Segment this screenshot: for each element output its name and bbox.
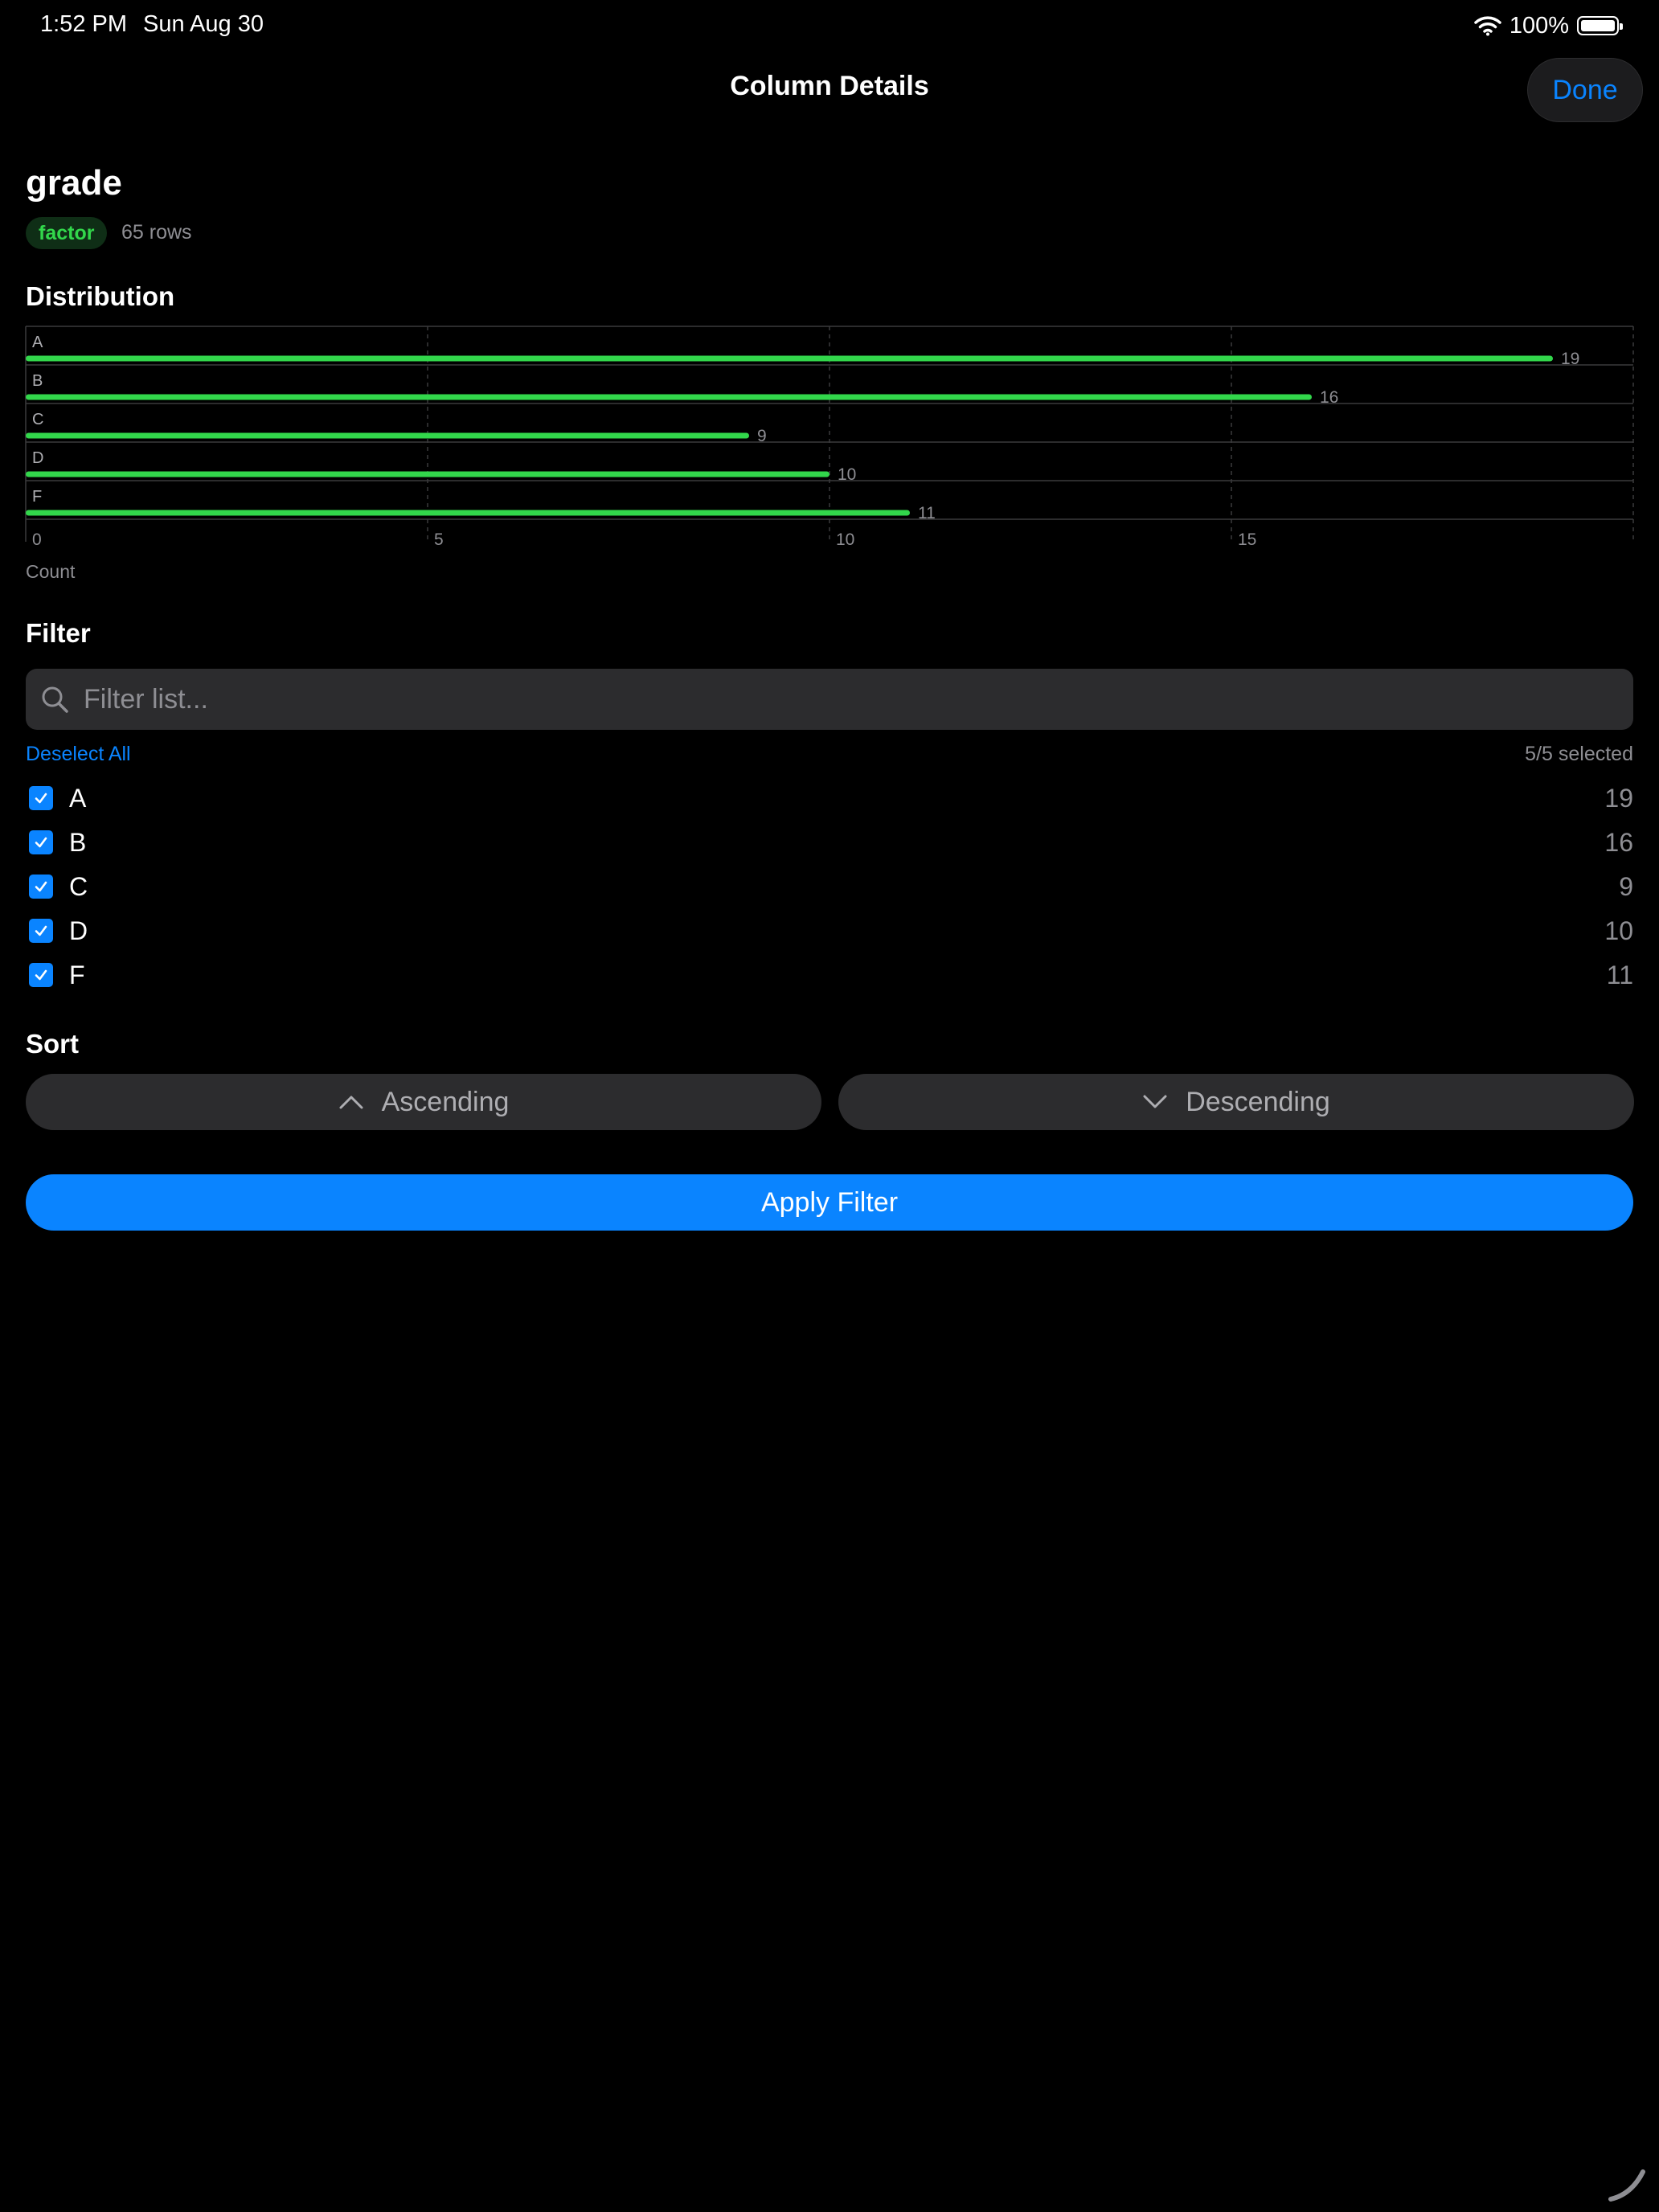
battery-icon — [1577, 16, 1623, 35]
sort-ascending-button[interactable]: Ascending — [26, 1074, 821, 1130]
filter-option-a[interactable]: A 19 — [26, 778, 1633, 818]
chevron-down-icon — [1143, 1095, 1167, 1108]
filter-search-box[interactable] — [26, 669, 1633, 730]
sort-title: Sort — [26, 1029, 79, 1059]
page-title: Column Details — [730, 71, 929, 101]
filter-option-f[interactable]: F 11 — [26, 955, 1633, 995]
option-count: 19 — [1604, 783, 1633, 813]
sort-ascending-label: Ascending — [381, 1086, 510, 1117]
filter-option-d[interactable]: D 10 — [26, 911, 1633, 951]
status-indicators: 100% — [1474, 11, 1623, 40]
option-checkbox[interactable] — [29, 875, 53, 899]
status-time: 1:52 PM Sun Aug 30 — [40, 11, 264, 38]
wifi-icon — [1474, 16, 1501, 36]
checkmark-icon — [35, 793, 47, 804]
distribution-chart: 0 5 10 15 A 19 B 16 C 9 D 10 F 11 — [25, 326, 1634, 549]
chart-bar — [26, 471, 830, 477]
option-label: D — [69, 916, 88, 945]
chart-tick-label: 0 — [32, 530, 42, 549]
option-checkbox[interactable] — [29, 919, 53, 943]
option-label: B — [69, 827, 87, 857]
status-date: Sun Aug 30 — [143, 11, 264, 37]
chart-data-label: 11 — [918, 504, 936, 522]
chart-tick-label: 5 — [434, 530, 444, 549]
option-checkbox[interactable] — [29, 830, 53, 854]
chart-data-label: 16 — [1320, 388, 1338, 407]
apply-filter-button[interactable]: Apply Filter — [26, 1174, 1633, 1231]
option-label: F — [69, 960, 85, 989]
option-count: 16 — [1604, 827, 1633, 857]
chart-tick-label: 10 — [836, 530, 854, 549]
column-name: grade — [26, 163, 122, 203]
chevron-up-icon — [339, 1096, 363, 1109]
resize-grabber-icon[interactable] — [1608, 2162, 1648, 2202]
chart-category-label: D — [32, 449, 43, 467]
filter-option-b[interactable]: B 16 — [26, 822, 1633, 862]
column-type-badge: factor — [26, 217, 108, 249]
distribution-title: Distribution — [26, 281, 175, 311]
checkmark-icon — [35, 969, 47, 981]
chart-axis-label: Count — [26, 561, 76, 582]
option-count: 10 — [1604, 916, 1633, 945]
sort-descending-label: Descending — [1186, 1086, 1330, 1117]
battery-percent: 100% — [1509, 12, 1569, 39]
option-label: A — [69, 783, 87, 813]
option-checkbox[interactable] — [29, 786, 53, 810]
search-icon — [42, 686, 68, 713]
filter-option-c[interactable]: C 9 — [26, 866, 1633, 907]
chart-category-label: A — [32, 334, 43, 351]
sort-descending-button[interactable]: Descending — [838, 1074, 1634, 1130]
option-count: 11 — [1606, 960, 1633, 989]
chart-bar — [26, 355, 1553, 362]
checkmark-icon — [35, 925, 47, 936]
filter-search-input[interactable] — [84, 669, 1611, 730]
deselect-all-button[interactable]: Deselect All — [26, 743, 131, 766]
chart-tick-label: 15 — [1238, 530, 1256, 549]
chart-category-label: F — [32, 488, 42, 506]
filter-title: Filter — [26, 618, 91, 648]
chart-category-label: C — [32, 411, 43, 428]
option-count: 9 — [1619, 871, 1633, 901]
option-label: C — [69, 871, 88, 901]
chart-bar — [26, 394, 1312, 400]
status-time-text: 1:52 PM — [40, 11, 127, 37]
checkmark-icon — [35, 837, 47, 848]
selected-count: 5/5 selected — [1525, 743, 1633, 765]
chart-data-label: 9 — [757, 427, 767, 445]
chart-data-label: 10 — [838, 465, 856, 484]
row-count: 65 rows — [121, 221, 192, 244]
option-checkbox[interactable] — [29, 963, 53, 987]
chart-data-label: 19 — [1561, 350, 1579, 368]
chart-bar — [26, 432, 749, 439]
checkmark-icon — [35, 881, 47, 892]
chart-bar — [26, 510, 910, 516]
chart-category-label: B — [32, 372, 43, 390]
done-button[interactable]: Done — [1527, 58, 1643, 122]
